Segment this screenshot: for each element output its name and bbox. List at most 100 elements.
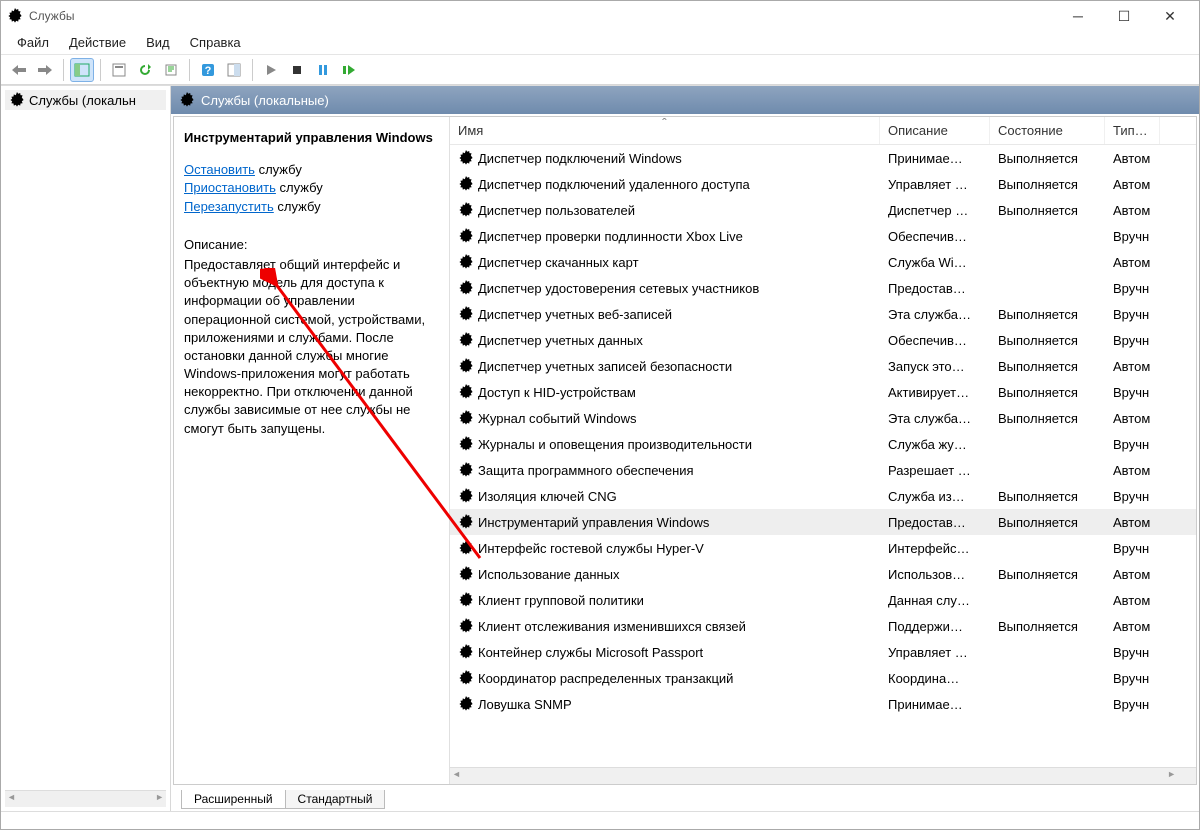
service-desc: Эта служба…: [880, 307, 990, 322]
service-row[interactable]: Диспетчер пользователейДиспетчер …Выполн…: [450, 197, 1196, 223]
service-type: Вручн: [1105, 229, 1160, 244]
col-name[interactable]: Имя: [450, 117, 880, 144]
service-name: Доступ к HID-устройствам: [478, 385, 636, 400]
gear-icon: [458, 488, 474, 504]
service-type: Автом: [1105, 359, 1160, 374]
menu-action[interactable]: Действие: [59, 32, 136, 53]
gear-icon: [458, 150, 474, 166]
help-button[interactable]: ?: [196, 58, 220, 82]
service-type: Вручн: [1105, 385, 1160, 400]
gear-icon: [458, 592, 474, 608]
view-tabs: Расширенный Стандартный: [173, 785, 1197, 809]
service-name: Диспетчер учетных записей безопасности: [478, 359, 732, 374]
service-row[interactable]: Интерфейс гостевой службы Hyper-VИнтерфе…: [450, 535, 1196, 561]
service-type: Автом: [1105, 151, 1160, 166]
service-row[interactable]: Диспетчер подключений WindowsПринимае…Вы…: [450, 145, 1196, 171]
service-name: Клиент групповой политики: [478, 593, 644, 608]
service-row[interactable]: Диспетчер учетных данныхОбеспечив…Выполн…: [450, 327, 1196, 353]
service-desc: Управляет …: [880, 645, 990, 660]
col-description[interactable]: Описание: [880, 117, 990, 144]
restart-link[interactable]: Перезапустить: [184, 199, 274, 214]
service-type: Вручн: [1105, 541, 1160, 556]
back-button[interactable]: [7, 58, 31, 82]
service-row[interactable]: Защита программного обеспеченияРазрешает…: [450, 457, 1196, 483]
service-row[interactable]: Координатор распределенных транзакций Коо…: [450, 665, 1196, 691]
service-row[interactable]: Диспетчер учетных записей безопасностиЗа…: [450, 353, 1196, 379]
service-row[interactable]: Изоляция ключей CNGСлужба из…Выполняется…: [450, 483, 1196, 509]
gear-icon: [458, 228, 474, 244]
service-row[interactable]: Диспетчер проверки подлинности Xbox Live…: [450, 223, 1196, 249]
pause-link[interactable]: Приостановить: [184, 180, 276, 195]
list-hscrollbar[interactable]: [450, 767, 1196, 784]
start-service-button[interactable]: [259, 58, 283, 82]
service-state: Выполняется: [990, 203, 1105, 218]
export-button[interactable]: [159, 58, 183, 82]
service-row[interactable]: Журналы и оповещения производительности С…: [450, 431, 1196, 457]
service-row[interactable]: Диспетчер удостоверения сетевых участник…: [450, 275, 1196, 301]
menu-view[interactable]: Вид: [136, 32, 180, 53]
col-startup-type[interactable]: Тип за: [1105, 117, 1160, 144]
forward-button[interactable]: [33, 58, 57, 82]
service-state: Выполняется: [990, 411, 1105, 426]
service-row[interactable]: Использование данныхИспользов…Выполняетс…: [450, 561, 1196, 587]
service-desc: Интерфейс…: [880, 541, 990, 556]
tab-extended[interactable]: Расширенный: [181, 790, 286, 809]
menu-file[interactable]: Файл: [7, 32, 59, 53]
service-name: Защита программного обеспечения: [478, 463, 694, 478]
properties-button[interactable]: [107, 58, 131, 82]
gear-icon: [458, 618, 474, 634]
service-type: Автом: [1105, 255, 1160, 270]
tree-node-label: Службы (локальн: [29, 93, 136, 108]
tree-node-services-local[interactable]: Службы (локальн: [5, 90, 166, 110]
service-name: Диспетчер проверки подлинности Xbox Live: [478, 229, 743, 244]
service-row[interactable]: Инструментарий управления WindowsПредост…: [450, 509, 1196, 535]
service-state: Выполняется: [990, 359, 1105, 374]
detail-pane: Инструментарий управления Windows Остано…: [174, 117, 449, 784]
service-desc: Координа…: [880, 671, 990, 686]
refresh-button[interactable]: [133, 58, 157, 82]
gear-icon: [458, 436, 474, 452]
tab-standard[interactable]: Стандартный: [285, 790, 386, 809]
minimize-button[interactable]: ─: [1055, 2, 1101, 30]
stop-service-button[interactable]: [285, 58, 309, 82]
service-row[interactable]: Контейнер службы Microsoft PassportУправ…: [450, 639, 1196, 665]
service-row[interactable]: Клиент отслеживания изменившихся связейП…: [450, 613, 1196, 639]
service-row[interactable]: Диспетчер скачанных картСлужба Wi…Автом: [450, 249, 1196, 275]
service-row[interactable]: Клиент групповой политикиДанная слу…Авто…: [450, 587, 1196, 613]
gear-icon: [458, 280, 474, 296]
menu-help[interactable]: Справка: [180, 32, 251, 53]
column-headers: Имя Описание Состояние Тип за: [450, 117, 1196, 145]
close-button[interactable]: ✕: [1147, 2, 1193, 30]
toolbar: ?: [1, 55, 1199, 85]
maximize-button[interactable]: ☐: [1101, 2, 1147, 30]
service-desc: Обеспечив…: [880, 229, 990, 244]
options-button[interactable]: [222, 58, 246, 82]
restart-service-button[interactable]: [337, 58, 361, 82]
service-state: Выполняется: [990, 515, 1105, 530]
service-desc: Предостав…: [880, 515, 990, 530]
service-name: Диспетчер удостоверения сетевых участник…: [478, 281, 759, 296]
window-title: Службы: [29, 9, 1055, 23]
service-row[interactable]: Диспетчер подключений удаленного доступа…: [450, 171, 1196, 197]
service-desc: Предостав…: [880, 281, 990, 296]
service-desc: Принимае…: [880, 151, 990, 166]
service-name: Журналы и оповещения производительности: [478, 437, 752, 452]
service-name: Координатор распределенных транзакций: [478, 671, 733, 686]
col-state[interactable]: Состояние: [990, 117, 1105, 144]
show-hide-tree-button[interactable]: [70, 58, 94, 82]
stop-link[interactable]: Остановить: [184, 162, 255, 177]
gear-icon: [458, 696, 474, 712]
service-desc: Служба жу…: [880, 437, 990, 452]
service-row[interactable]: Ловушка SNMPПринимае…Вручн: [450, 691, 1196, 717]
service-name: Диспетчер подключений удаленного доступа: [478, 177, 750, 192]
service-row[interactable]: Журнал событий WindowsЭта служба…Выполня…: [450, 405, 1196, 431]
service-type: Вручн: [1105, 645, 1160, 660]
service-row[interactable]: Доступ к HID-устройствамАктивирует…Выпол…: [450, 379, 1196, 405]
panel-title: Службы (локальные): [201, 93, 329, 108]
service-desc: Эта служба…: [880, 411, 990, 426]
pause-service-button[interactable]: [311, 58, 335, 82]
service-row[interactable]: Диспетчер учетных веб-записейЭта служба……: [450, 301, 1196, 327]
tree-hscrollbar[interactable]: [5, 790, 166, 807]
list-body[interactable]: Диспетчер подключений WindowsПринимае…Вы…: [450, 145, 1196, 767]
description-text: Предоставляет общий интерфейс и объектну…: [184, 256, 439, 438]
